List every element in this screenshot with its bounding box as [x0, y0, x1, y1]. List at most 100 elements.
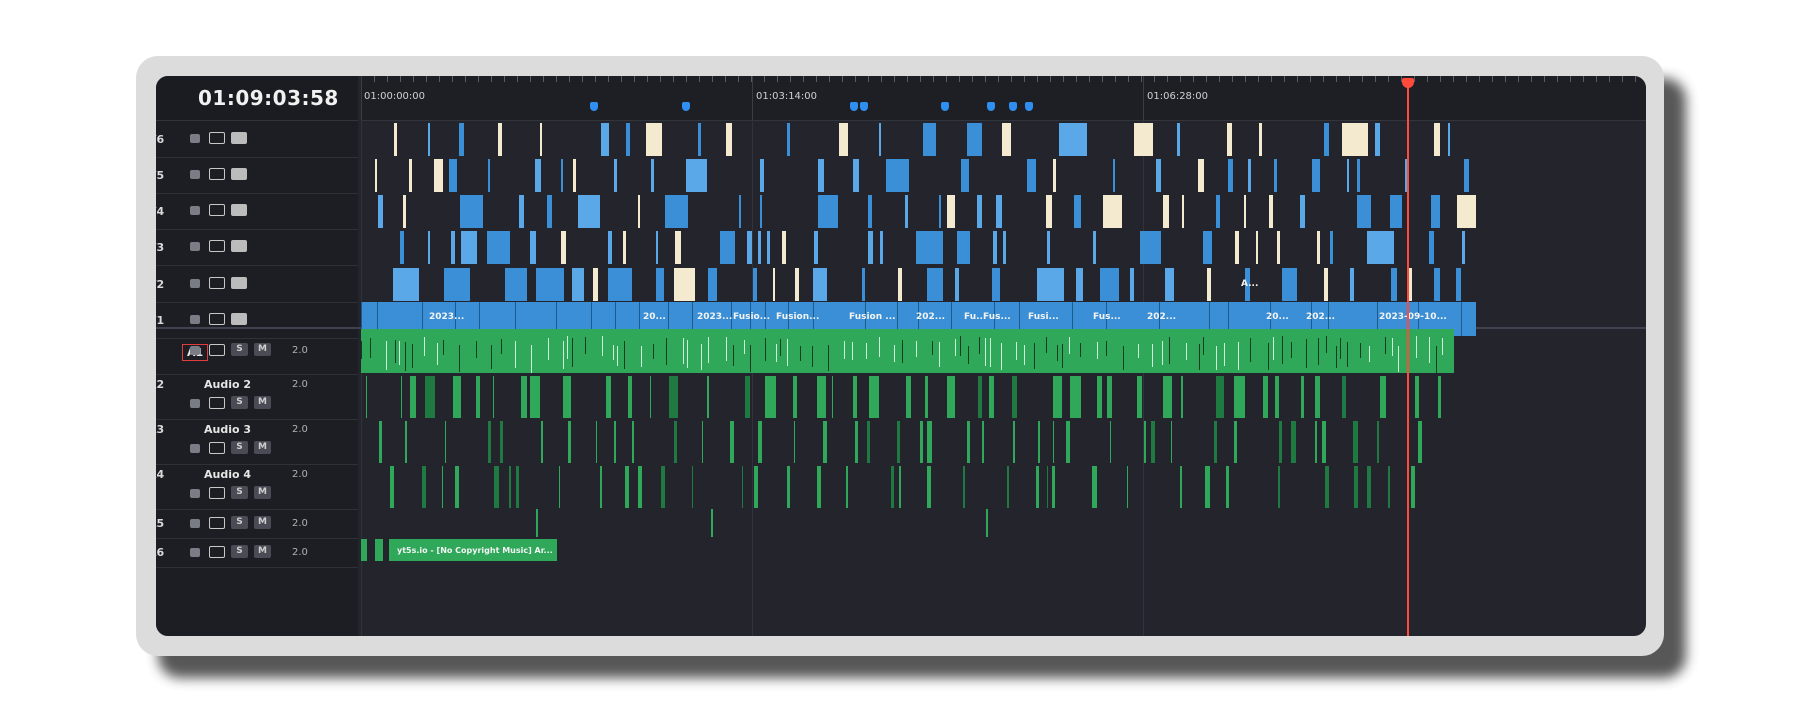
video-clip[interactable] — [1258, 123, 1263, 156]
lock-icon[interactable] — [190, 489, 200, 498]
audio-clip[interactable] — [1415, 376, 1419, 418]
video-clip[interactable] — [1227, 159, 1234, 192]
video-clip[interactable] — [1311, 159, 1321, 192]
audio-clip[interactable] — [559, 466, 561, 508]
video-clip[interactable] — [1102, 195, 1122, 228]
video-clip[interactable] — [571, 268, 584, 301]
audio-clip[interactable] — [831, 376, 834, 418]
audio-clip[interactable] — [1277, 466, 1280, 508]
video-clip[interactable] — [592, 268, 599, 301]
audio-clip[interactable] — [702, 421, 704, 463]
audio-clip[interactable] — [1052, 421, 1054, 463]
audio-clip[interactable] — [1052, 466, 1055, 508]
video-clip[interactable] — [1215, 195, 1220, 228]
video-clip[interactable] — [1076, 268, 1083, 301]
audio-clip[interactable] — [1127, 466, 1129, 508]
audio-clip[interactable] — [845, 466, 848, 508]
audio-clip[interactable] — [1324, 466, 1330, 508]
audio-clip[interactable] — [1278, 421, 1282, 463]
video-clip[interactable] — [738, 195, 741, 228]
audio-clip[interactable] — [444, 421, 447, 463]
audio-clip[interactable] — [567, 421, 571, 463]
video-clip[interactable] — [957, 231, 970, 264]
timeline-marker[interactable] — [850, 102, 858, 111]
audio-clip[interactable] — [442, 466, 444, 508]
audio-clip[interactable] — [1213, 421, 1217, 463]
audio-clip[interactable] — [668, 376, 678, 418]
auto-select-icon[interactable] — [209, 344, 225, 356]
audio-clip[interactable] — [541, 421, 544, 463]
video-clip[interactable] — [1255, 231, 1259, 264]
auto-select-icon[interactable] — [209, 204, 225, 216]
audio-clip[interactable] — [1315, 376, 1320, 418]
audio-clip[interactable] — [1150, 421, 1156, 463]
audio-clip[interactable] — [409, 376, 416, 418]
audio-clip[interactable] — [1322, 421, 1327, 463]
audio-clip[interactable] — [454, 466, 460, 508]
audio-clip[interactable] — [1366, 466, 1372, 508]
video-clip[interactable] — [853, 159, 859, 192]
timeline-marker[interactable] — [590, 102, 598, 111]
audio-clip[interactable] — [1353, 421, 1358, 463]
video-clip[interactable] — [996, 195, 1002, 228]
solo-button[interactable]: S — [231, 441, 248, 454]
audio-clip[interactable] — [745, 376, 750, 418]
video-clip[interactable] — [613, 159, 618, 192]
track-enable-icon[interactable] — [231, 132, 247, 144]
video-clip[interactable] — [655, 268, 664, 301]
audio-clip[interactable] — [1216, 376, 1225, 418]
video-clip[interactable] — [904, 195, 908, 228]
video-clip[interactable] — [867, 231, 874, 264]
auto-select-icon[interactable] — [209, 397, 225, 409]
audio-clip[interactable] — [707, 376, 710, 418]
lock-icon[interactable] — [190, 399, 200, 408]
audio-clip[interactable] — [1263, 376, 1269, 418]
video-clip[interactable] — [547, 195, 552, 228]
audio-clip[interactable] — [366, 376, 368, 418]
audio-clip[interactable] — [400, 376, 402, 418]
video-clip[interactable] — [861, 268, 865, 301]
audio-clip[interactable] — [817, 466, 821, 508]
auto-select-icon[interactable] — [209, 517, 225, 529]
lock-icon[interactable] — [190, 242, 200, 251]
audio-clip[interactable] — [595, 421, 598, 463]
video-clip[interactable] — [655, 231, 658, 264]
video-clip[interactable] — [1276, 231, 1281, 264]
video-clip[interactable] — [757, 231, 761, 264]
video-clip[interactable] — [1282, 268, 1298, 301]
audio-clip[interactable] — [981, 421, 985, 463]
video-clip[interactable] — [759, 159, 764, 192]
video-clip[interactable] — [1323, 123, 1330, 156]
audio-clip[interactable] — [926, 421, 932, 463]
video-clip[interactable] — [685, 159, 707, 192]
video-clip[interactable] — [879, 231, 884, 264]
video-clip[interactable] — [1046, 231, 1050, 264]
video-clip[interactable] — [448, 159, 457, 192]
video-clip[interactable] — [759, 195, 762, 228]
video-clip[interactable] — [993, 231, 997, 264]
video-clip[interactable] — [665, 195, 689, 228]
video-clip[interactable] — [1181, 195, 1184, 228]
timeline-marker[interactable] — [682, 102, 690, 111]
video-clip[interactable] — [530, 231, 536, 264]
audio-clip[interactable] — [1038, 421, 1041, 463]
video-clip[interactable] — [794, 268, 800, 301]
audio-clip[interactable] — [1291, 421, 1296, 463]
video-clip[interactable] — [374, 159, 377, 192]
auto-select-icon[interactable] — [209, 168, 225, 180]
lock-icon[interactable] — [190, 346, 200, 355]
audio-clip[interactable] — [521, 376, 527, 418]
audio-clip[interactable] — [986, 509, 988, 537]
mute-button[interactable]: M — [254, 486, 271, 499]
video-clip[interactable] — [560, 231, 566, 264]
video-clip[interactable] — [1428, 231, 1435, 264]
audio-clip[interactable] — [661, 466, 666, 508]
track-id[interactable]: A5 — [156, 517, 164, 530]
solo-button[interactable]: S — [231, 343, 248, 356]
video-clip[interactable] — [486, 231, 511, 264]
video-clip[interactable] — [1274, 159, 1277, 192]
solo-button[interactable]: S — [231, 545, 248, 558]
audio-clip[interactable] — [1205, 466, 1210, 508]
audio-clip[interactable] — [854, 421, 859, 463]
video-clip[interactable] — [961, 159, 969, 192]
